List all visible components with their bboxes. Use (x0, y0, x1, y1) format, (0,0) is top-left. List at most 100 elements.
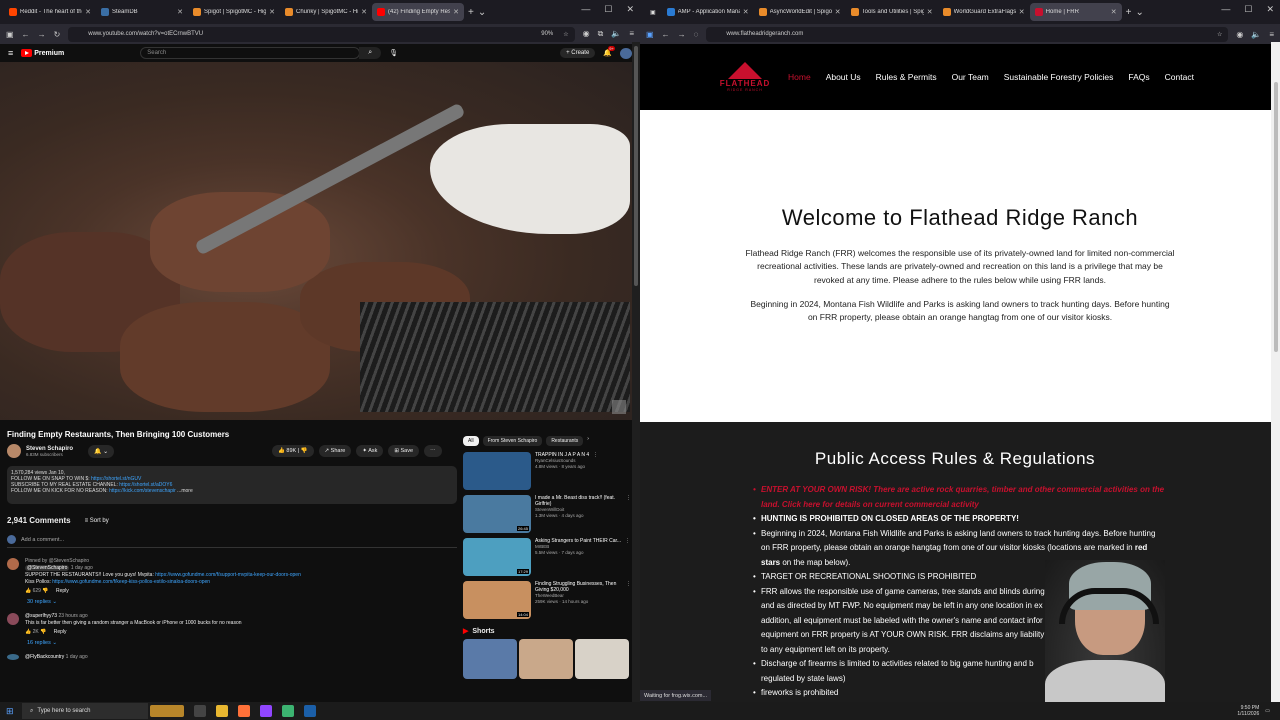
close-icon[interactable]: ✕ (927, 8, 933, 16)
address-bar[interactable]: www.youtube.com/watch?v=otECrnwBTVU 90% ☆ (68, 26, 575, 42)
tab-tools[interactable]: Tools and Utilities | Spigo ✕ (846, 3, 938, 21)
like-icon[interactable]: 👍 (25, 629, 31, 635)
back-icon[interactable]: ← (662, 30, 670, 39)
nav-contact[interactable]: Contact (1165, 72, 1194, 82)
comment-avatar[interactable] (7, 558, 19, 570)
tab-list-icon[interactable]: ⌄ (1136, 7, 1144, 18)
tab-spigot[interactable]: Spigot | SpigotMC - High ✕ (188, 3, 280, 21)
forward-icon[interactable]: → (38, 30, 46, 39)
system-tray[interactable]: 9:50 PM 1/11/2026 ▭ (1237, 705, 1280, 717)
scrollbar-thumb[interactable] (634, 46, 638, 286)
short-thumbnail[interactable] (463, 639, 517, 679)
minimize-icon[interactable]: — (581, 4, 590, 15)
related-video[interactable]: 14:04 Finding Struggling Businesses, The… (463, 581, 631, 619)
related-video[interactable]: 17:29 Asking Strangers to Paint THEIR Ca… (463, 538, 631, 576)
file-explorer-icon[interactable] (216, 705, 228, 717)
comment-link[interactable]: https://www.gofundme.com/f/support-mvpit… (155, 572, 301, 578)
video-thumbnail[interactable] (463, 452, 531, 490)
like-button[interactable]: 👍 89K | 👎 (272, 445, 314, 457)
zoom-level[interactable]: 90% (541, 31, 553, 37)
forward-icon[interactable]: → (678, 30, 686, 39)
reply-button[interactable]: Reply (54, 629, 67, 635)
task-view-icon[interactable] (194, 705, 206, 717)
nav-forestry-policies[interactable]: Sustainable Forestry Policies (1004, 72, 1114, 82)
tab-frr[interactable]: Home | FRR ✕ (1029, 3, 1122, 21)
loading-icon[interactable]: ◌ (694, 30, 699, 39)
scrollbar[interactable] (1271, 42, 1280, 702)
window-close-icon[interactable]: ✕ (626, 4, 634, 15)
tab-asyncworldedit[interactable]: AsyncWorldEdit | Spigot ✕ (754, 3, 846, 21)
comment-author[interactable]: @superlhyy73 (25, 613, 57, 619)
tab-list-icon[interactable]: ⌄ (478, 7, 486, 18)
comment-author[interactable]: @FlyBackcountry (25, 654, 64, 660)
search-input[interactable]: Search (140, 47, 361, 59)
nav-home[interactable]: Home (788, 72, 811, 82)
new-tab-button[interactable]: + (468, 7, 474, 18)
twitch-icon[interactable] (260, 705, 272, 717)
chip-from-channel[interactable]: From Steven Schapiro (482, 436, 543, 446)
search-button[interactable]: ⌕ (359, 47, 382, 59)
minimize-icon[interactable]: — (1221, 4, 1230, 15)
sidebar-icon[interactable]: ▣ (646, 30, 654, 39)
address-bar[interactable]: www.flatheadridgeranch.com ☆ (706, 26, 1229, 42)
close-icon[interactable]: ✕ (269, 8, 275, 16)
related-video[interactable]: TRAPPIN IN J A P A N 4 RyanCelsiusSounds 4… (463, 452, 631, 490)
share-button[interactable]: ↗ Share (318, 445, 352, 457)
like-icon[interactable]: 👍 (25, 588, 31, 594)
avatar[interactable] (620, 47, 632, 59)
close-icon[interactable]: ✕ (361, 8, 367, 16)
tab-amp[interactable]: AMP - Application Mana ✕ (662, 3, 754, 21)
more-icon[interactable]: ⋮ (593, 452, 598, 490)
close-icon[interactable]: ✕ (1111, 8, 1117, 16)
youtube-logo[interactable]: Premium (21, 49, 64, 57)
steam-icon[interactable] (304, 705, 316, 717)
more-icon[interactable]: ⋮ (625, 538, 630, 576)
scrollbar-thumb[interactable] (1273, 82, 1278, 352)
firefox-view-icon[interactable]: ▣ (6, 30, 14, 39)
more-icon[interactable]: ⋯ (424, 445, 442, 457)
nav-about-us[interactable]: About Us (826, 72, 861, 82)
video-player[interactable] (0, 62, 632, 420)
firefox-view-icon[interactable]: ▣ (650, 9, 656, 16)
channel-watermark[interactable] (612, 400, 626, 414)
firefox-icon[interactable] (238, 705, 250, 717)
tab-chunky[interactable]: Chunky | SpigotMC - High✕ (280, 3, 372, 21)
close-icon[interactable]: ✕ (1019, 8, 1025, 16)
star-icon[interactable]: ☆ (563, 31, 568, 38)
tab-steamdb[interactable]: SteamDB ✕ (96, 3, 188, 21)
maximize-icon[interactable]: ☐ (1244, 4, 1252, 15)
extension-icon[interactable]: ◉ (583, 29, 590, 39)
nav-our-team[interactable]: Our Team (952, 72, 989, 82)
app-icon[interactable] (282, 705, 294, 717)
maximize-icon[interactable]: ☐ (604, 4, 612, 15)
video-thumbnail[interactable]: 17:29 (463, 538, 531, 576)
notification-icon[interactable]: ▭ (1265, 708, 1270, 714)
rule-item[interactable]: ENTER AT YOUR OWN RISK! There are active… (753, 483, 1165, 512)
sort-button[interactable]: ≡ Sort by (85, 518, 109, 524)
scrollbar[interactable] (632, 42, 640, 702)
tab-worldguard[interactable]: WorldGuard ExtraFlags | S✕ (938, 3, 1030, 21)
comment-avatar[interactable] (7, 613, 19, 625)
extension-icon[interactable]: ◉ (1236, 30, 1243, 39)
more-icon[interactable]: ⋮ (626, 495, 631, 533)
close-icon[interactable]: ✕ (85, 8, 91, 16)
window-close-icon[interactable]: ✕ (1266, 4, 1274, 15)
more-link[interactable]: ...more (177, 488, 193, 494)
site-logo[interactable]: FLATHEAD RIDGE RANCH (716, 62, 774, 92)
channel-name[interactable]: Steven Schapiro (26, 446, 73, 452)
more-icon[interactable]: ⋮ (626, 581, 631, 619)
nav-faqs[interactable]: FAQs (1128, 72, 1149, 82)
back-icon[interactable]: ← (22, 30, 30, 39)
tab-youtube[interactable]: (42) Finding Empty Resta ✕ (372, 3, 464, 21)
mute-icon[interactable]: 🔈 (1251, 30, 1261, 39)
reload-icon[interactable]: ↻ (54, 30, 61, 39)
ask-button[interactable]: ✦ Ask (356, 445, 384, 457)
star-icon[interactable]: ☆ (1217, 31, 1222, 38)
save-button[interactable]: ⊞ Save (388, 445, 420, 457)
desc-link[interactable]: https://kick.com/stevenschapir (109, 488, 176, 494)
chevron-right-icon[interactable]: › (587, 436, 589, 446)
add-comment-input[interactable]: Add a comment... (21, 537, 64, 543)
comment-link[interactable]: https://www.gofundme.com/f/keep-kiss-pol… (52, 579, 210, 585)
bell-icon[interactable]: 🔔 9+ (603, 46, 615, 57)
reply-button[interactable]: Reply (56, 588, 69, 594)
